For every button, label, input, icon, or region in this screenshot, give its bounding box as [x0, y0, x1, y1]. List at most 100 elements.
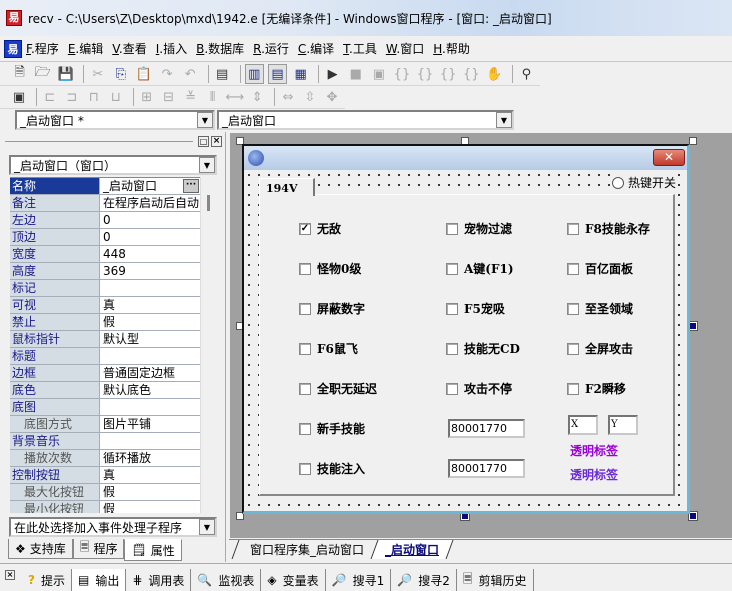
property-value[interactable]: 假 [100, 314, 200, 330]
center-horizontal-icon[interactable]: ⊞ [138, 87, 156, 107]
designed-form[interactable]: ✕ 热键开关 194V 80001770 80001770 X Y 透明标签 透… [242, 144, 690, 514]
checkbox-box[interactable] [446, 222, 458, 235]
property-value[interactable]: 默认型 [100, 331, 200, 347]
property-row[interactable]: 底色 默认底色 [10, 382, 200, 399]
object-combo[interactable]: _启动窗口 * ▼ [15, 110, 215, 130]
property-value[interactable]: 普通固定边框 [100, 365, 200, 381]
property-value[interactable]: 在程序启动后自动 [100, 195, 200, 211]
property-value[interactable]: 369 [100, 263, 200, 279]
checkbox[interactable]: 新手技能 [299, 420, 365, 437]
menu-window[interactable]: W.窗口 [386, 40, 424, 57]
step-out-icon[interactable]: {} [439, 64, 458, 84]
scrollbar-thumb[interactable] [207, 195, 210, 211]
property-row[interactable]: 高度 369 [10, 263, 200, 280]
property-row[interactable]: 标记 [10, 280, 200, 297]
resize-handle[interactable] [688, 321, 698, 331]
property-row[interactable]: 宽度 448 [10, 246, 200, 263]
tab-property[interactable]: 🗒 属性 [124, 539, 182, 561]
property-value[interactable]: 默认底色 [100, 382, 200, 398]
property-value[interactable]: 448 [100, 246, 200, 262]
checkbox-box[interactable] [567, 262, 579, 275]
checkbox-checked-icon[interactable]: ✓ [299, 222, 311, 235]
property-value[interactable]: 图片平铺 [100, 416, 200, 432]
doc-tab-class[interactable]: 窗口程序集_启动窗口 [231, 540, 378, 559]
menu-tools[interactable]: T.工具 [343, 40, 377, 57]
doc-tab-form[interactable]: _启动窗口 [370, 540, 454, 559]
space-vertical-icon[interactable]: ⇕ [248, 87, 266, 107]
checkbox-box[interactable] [567, 342, 579, 355]
property-row[interactable]: 禁止假 [10, 314, 200, 331]
step-over-icon[interactable]: {} [416, 64, 435, 84]
resize-handle[interactable] [688, 511, 698, 521]
checkbox[interactable]: 攻击不停 [446, 380, 512, 397]
property-row[interactable]: 名称 _启动窗口 ··· [10, 178, 200, 195]
checkbox[interactable]: 技能无CD [446, 340, 520, 357]
property-row[interactable]: 可视真 [10, 297, 200, 314]
menu-run[interactable]: R.运行 [253, 40, 289, 57]
radio-circle-icon[interactable] [612, 176, 624, 189]
step-into-icon[interactable]: {} [392, 64, 411, 84]
checkbox[interactable]: 全屏攻击 [567, 340, 633, 357]
property-scrollbar[interactable] [200, 177, 216, 513]
chevron-down-icon[interactable]: ▼ [496, 112, 512, 128]
menu-view[interactable]: V.查看 [112, 40, 147, 57]
checkbox-box[interactable] [446, 382, 458, 395]
checkbox-box[interactable] [446, 302, 458, 315]
align-left-icon[interactable]: ⊏ [41, 87, 59, 107]
form-close-button[interactable]: ✕ [653, 149, 685, 166]
address-input-2[interactable]: 80001770 [448, 459, 525, 478]
property-row[interactable]: 鼠标指针 默认型 [10, 331, 200, 348]
property-value[interactable] [100, 399, 200, 415]
checkbox-box[interactable] [567, 302, 579, 315]
checkbox-box[interactable] [299, 302, 311, 315]
align-right-icon[interactable]: ⊐ [63, 87, 81, 107]
checkbox-box[interactable] [299, 342, 311, 355]
property-row[interactable]: 底图方式 图片平铺 [10, 416, 200, 433]
tab-library[interactable]: ❖ 支持库 [8, 539, 73, 559]
checkbox[interactable]: F2瞬移 [567, 380, 626, 397]
chevron-down-icon[interactable]: ▼ [197, 112, 213, 128]
same-height-icon[interactable]: ⇳ [301, 87, 319, 107]
checkbox[interactable]: F5宠吸 [446, 300, 505, 317]
checkbox-box[interactable] [567, 222, 579, 235]
checkbox[interactable]: F6鼠飞 [299, 340, 358, 357]
property-value[interactable] [100, 433, 200, 449]
property-value[interactable] [100, 280, 200, 296]
same-size-icon[interactable]: ✥ [323, 87, 341, 107]
tab-194v[interactable]: 194V [259, 178, 315, 196]
event-combo[interactable]: _启动窗口 ▼ [217, 110, 514, 130]
chevron-down-icon[interactable]: ▼ [199, 157, 215, 173]
layout-3-icon[interactable]: ▦ [291, 64, 310, 84]
compile-icon[interactable]: ▣ [369, 64, 388, 84]
bottom-tab[interactable]: ⋕ 调用表 [126, 569, 192, 591]
paste-icon[interactable]: 📋 [134, 64, 153, 84]
stop-icon[interactable]: ■ [346, 64, 365, 84]
checkbox[interactable]: 百亿面板 [567, 260, 633, 277]
layout-2-icon[interactable]: ▤ [267, 64, 288, 84]
new-file-icon[interactable]: 🗎 [10, 64, 29, 84]
property-row[interactable]: 备注 在程序启动后自动 [10, 195, 200, 212]
space-horizontal-icon[interactable]: ⟷ [226, 87, 245, 107]
checkbox-box[interactable] [299, 262, 311, 275]
bottom-tab[interactable]: ▤ 输出 [71, 569, 127, 591]
checkbox-box[interactable] [446, 342, 458, 355]
checkbox[interactable]: 怪物0级 [299, 260, 361, 277]
bottom-tab[interactable]: 🔎 搜寻2 [391, 569, 457, 591]
breakpoint-hand-icon[interactable]: ✋ [485, 64, 504, 84]
distribute-top-icon[interactable]: ≚ [182, 87, 200, 107]
property-value[interactable]: 0 [100, 229, 200, 245]
find-binoculars-icon[interactable]: ⚲ [517, 64, 536, 84]
property-value[interactable]: 假 [100, 501, 200, 513]
address-input-1[interactable]: 80001770 [448, 419, 525, 438]
property-value[interactable]: _启动窗口 ··· [100, 178, 200, 194]
checkbox[interactable]: 技能注入 [299, 460, 365, 477]
checkbox[interactable]: 宠物过滤 [446, 220, 512, 237]
run-to-cursor-icon[interactable]: {} [462, 64, 481, 84]
property-value[interactable]: 真 [100, 467, 200, 483]
menu-insert[interactable]: I.插入 [156, 40, 187, 57]
checkbox-box[interactable] [567, 382, 579, 395]
bottom-tab[interactable]: ? 提示 [22, 569, 72, 591]
same-width-icon[interactable]: ⇔ [279, 87, 297, 107]
checkbox-box[interactable] [299, 382, 311, 395]
distribute-left-icon[interactable]: ⫴ [204, 87, 222, 107]
